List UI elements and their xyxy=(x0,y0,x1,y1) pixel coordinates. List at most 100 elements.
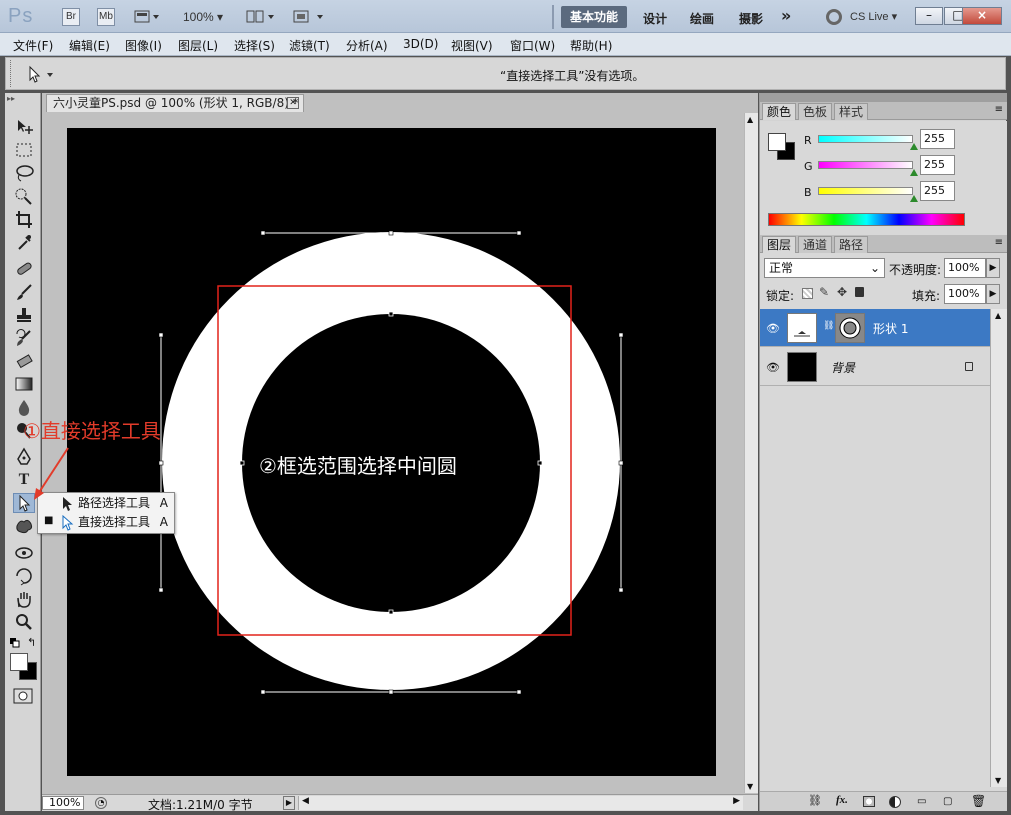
workspace-more-icon[interactable]: » xyxy=(781,6,791,25)
red-value-field[interactable]: 255 xyxy=(920,129,955,149)
delete-layer-icon[interactable]: 🗑 xyxy=(971,794,986,808)
status-zoom-field[interactable]: 100% xyxy=(42,796,84,810)
eyedropper-tool-icon[interactable] xyxy=(13,232,35,252)
move-tool-icon[interactable] xyxy=(13,117,35,137)
tool-preset-picker[interactable] xyxy=(22,64,56,84)
quick-selection-tool-icon[interactable] xyxy=(13,186,35,206)
menu-edit[interactable]: 编辑(E) xyxy=(69,37,110,54)
color-panel-menu-icon[interactable]: ≡ xyxy=(995,104,1003,115)
layer-row-shape1[interactable]: 👁 ⛓ 形状 1 xyxy=(760,309,990,347)
flyout-direct-selection-item[interactable]: ■ 直接选择工具 A xyxy=(38,513,174,531)
workspace-design[interactable]: 设计 xyxy=(643,10,667,27)
gradient-tool-icon[interactable] xyxy=(13,374,35,394)
document-tab[interactable]: 六小灵童PS.psd @ 100% (形状 1, RGB/8) * ✕ xyxy=(46,94,304,112)
menu-help[interactable]: 帮助(H) xyxy=(570,37,612,54)
tab-paths[interactable]: 路径 xyxy=(834,236,869,253)
tab-swatches[interactable]: 色板 xyxy=(798,103,833,120)
status-info-icon[interactable]: ◔ xyxy=(95,797,107,809)
zoom-dropdown[interactable]: 100% ▾ xyxy=(183,10,223,24)
history-brush-tool-icon[interactable] xyxy=(13,328,35,348)
opacity-field[interactable]: 100% xyxy=(944,258,986,278)
workspace-painting[interactable]: 绘画 xyxy=(690,10,714,27)
rotate-3d-tool-icon[interactable] xyxy=(13,543,35,563)
fill-field[interactable]: 100% xyxy=(944,284,986,304)
marquee-tool-icon[interactable] xyxy=(13,140,35,160)
lock-pixels-icon[interactable]: ✎ xyxy=(819,285,829,299)
menu-filter[interactable]: 滤镜(T) xyxy=(289,37,330,54)
tab-styles[interactable]: 样式 xyxy=(834,103,869,120)
brush-tool-icon[interactable] xyxy=(13,282,35,302)
screen-mode-dropdown-icon[interactable] xyxy=(292,9,326,25)
orbit-3d-tool-icon[interactable] xyxy=(13,566,35,586)
vertical-scrollbar[interactable]: ▲ ▼ xyxy=(744,113,758,793)
workspace-essentials[interactable]: 基本功能 xyxy=(561,6,627,28)
lock-position-icon[interactable]: ✥ xyxy=(837,285,847,299)
green-value-field[interactable]: 255 xyxy=(920,155,955,175)
add-mask-icon[interactable] xyxy=(863,796,875,807)
fill-arrow-icon[interactable]: ▶ xyxy=(986,284,1000,304)
title-bar: Ps Br Mb 100% ▾ 基本功能 设计 绘画 摄影 » CS Live … xyxy=(0,0,1011,33)
status-menu-arrow-icon[interactable]: ▶ xyxy=(283,796,295,810)
tab-channels[interactable]: 通道 xyxy=(798,236,833,253)
blend-mode-select[interactable]: 正常 ⌄ xyxy=(764,258,885,278)
minimize-button[interactable]: – xyxy=(915,7,943,25)
new-group-icon[interactable]: ▭ xyxy=(917,796,926,807)
blur-tool-icon[interactable] xyxy=(13,397,35,417)
flyout-direct-selection-label: 直接选择工具 xyxy=(78,515,151,529)
menu-bar: 文件(F) 编辑(E) 图像(I) 图层(L) 选择(S) 滤镜(T) 分析(A… xyxy=(0,33,1011,56)
lock-all-icon[interactable] xyxy=(855,287,864,297)
document-tab-close-icon[interactable]: ✕ xyxy=(287,97,299,109)
blue-value-field[interactable]: 255 xyxy=(920,181,955,201)
cs-live-button[interactable]: CS Live ▾ xyxy=(850,10,897,23)
fx-icon[interactable]: fx. xyxy=(836,794,848,806)
clone-stamp-tool-icon[interactable] xyxy=(13,305,35,325)
bridge-button[interactable]: Br xyxy=(62,8,80,26)
workspace-photography[interactable]: 摄影 xyxy=(739,10,763,27)
zoom-tool-icon[interactable] xyxy=(13,612,35,632)
crop-tool-icon[interactable] xyxy=(13,209,35,229)
red-slider-thumb[interactable] xyxy=(910,143,918,150)
mini-bridge-button[interactable]: Mb xyxy=(97,8,115,26)
menu-image[interactable]: 图像(I) xyxy=(125,37,162,54)
layer-visibility-eye-icon[interactable]: 👁 xyxy=(766,361,780,374)
blue-slider[interactable] xyxy=(818,187,913,195)
foreground-color-swatch[interactable] xyxy=(10,653,28,671)
menu-3d[interactable]: 3D(D) xyxy=(403,37,438,51)
new-layer-icon[interactable]: ▢ xyxy=(943,796,952,807)
red-slider[interactable] xyxy=(818,135,913,143)
default-colors-icon[interactable] xyxy=(10,637,20,648)
menu-window[interactable]: 窗口(W) xyxy=(510,37,555,54)
arrange-docs-icon[interactable] xyxy=(246,9,276,25)
close-button[interactable]: × xyxy=(962,7,1002,25)
menu-file[interactable]: 文件(F) xyxy=(13,37,53,54)
tab-layers[interactable]: 图层 xyxy=(762,236,797,253)
panel-foreground-swatch[interactable] xyxy=(768,133,786,151)
adjustment-layer-icon[interactable] xyxy=(889,796,901,808)
horizontal-scrollbar[interactable]: ◀ ▶ xyxy=(298,796,743,810)
color-spectrum-bar[interactable] xyxy=(768,213,965,226)
layers-scrollbar[interactable]: ▲ ▼ xyxy=(990,309,1007,787)
tab-color[interactable]: 颜色 xyxy=(762,103,797,120)
opacity-arrow-icon[interactable]: ▶ xyxy=(986,258,1000,278)
eraser-tool-icon[interactable] xyxy=(13,351,35,371)
green-slider[interactable] xyxy=(818,161,913,169)
swap-colors-icon[interactable]: ↰ xyxy=(27,636,36,649)
green-slider-thumb[interactable] xyxy=(910,169,918,176)
layer-row-background[interactable]: 👁 背景 xyxy=(760,348,990,386)
layer-visibility-eye-icon[interactable]: 👁 xyxy=(766,322,780,335)
hand-tool-icon[interactable] xyxy=(13,589,35,609)
quick-mask-icon[interactable] xyxy=(13,688,33,704)
blue-slider-thumb[interactable] xyxy=(910,195,918,202)
menu-analysis[interactable]: 分析(A) xyxy=(346,37,388,54)
layers-panel-menu-icon[interactable]: ≡ xyxy=(995,237,1003,248)
custom-shape-tool-icon[interactable] xyxy=(13,516,35,536)
menu-layer[interactable]: 图层(L) xyxy=(178,37,218,54)
healing-brush-tool-icon[interactable] xyxy=(13,259,35,279)
link-layers-icon[interactable]: ⛓ xyxy=(808,794,822,807)
menu-select[interactable]: 选择(S) xyxy=(234,37,275,54)
lock-transparency-icon[interactable] xyxy=(802,288,813,299)
screen-mode-icon[interactable] xyxy=(134,9,160,25)
menu-view[interactable]: 视图(V) xyxy=(451,37,493,54)
lasso-tool-icon[interactable] xyxy=(13,163,35,183)
layer-link-icon: ⛓ xyxy=(823,321,835,331)
